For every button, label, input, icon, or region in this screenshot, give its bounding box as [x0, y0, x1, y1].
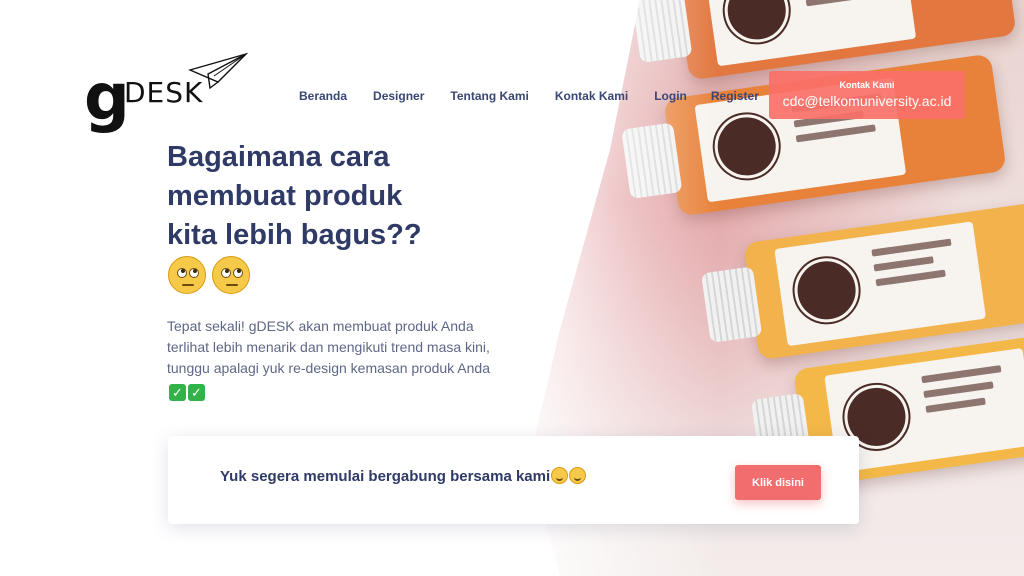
nav-link-designer[interactable]: Designer	[373, 89, 424, 103]
logo[interactable]: g DESK	[84, 52, 248, 135]
nav-link-login[interactable]: Login	[654, 89, 687, 103]
main-nav: Beranda Designer Tentang Kami Kontak Kam…	[299, 89, 785, 103]
nav-link-kontak-kami[interactable]: Kontak Kami	[555, 89, 628, 103]
smiling-face-icon	[551, 467, 569, 484]
cta-message-text: Yuk segera memulai bergabung bersama kam…	[220, 468, 551, 485]
headline-emoji-row	[168, 256, 250, 294]
cta-message: Yuk segera memulai bergabung bersama kam…	[220, 467, 587, 485]
contact-card[interactable]: Kontak Kami cdc@telkomuniversity.ac.id	[769, 71, 965, 119]
hero-headline: Bagaimana cara membuat produk kita lebih…	[167, 141, 422, 251]
hero-description: Tepat sekali! gDESK akan membuat produk …	[167, 316, 497, 401]
cta-card: Yuk segera memulai bergabung bersama kam…	[168, 436, 859, 524]
check-mark-icon: ✓	[169, 384, 186, 401]
nav-link-tentang-kami[interactable]: Tentang Kami	[450, 89, 528, 103]
check-mark-icon: ✓	[188, 384, 205, 401]
paper-plane-icon	[188, 52, 248, 90]
nav-link-register[interactable]: Register	[711, 89, 759, 103]
nav-link-beranda[interactable]: Beranda	[299, 89, 347, 103]
rolling-eyes-emoji-icon	[168, 256, 206, 294]
rolling-eyes-emoji-icon	[212, 256, 250, 294]
hero-description-text: Tepat sekali! gDESK akan membuat produk …	[167, 318, 490, 376]
klik-disini-button[interactable]: Klik disini	[735, 465, 821, 500]
smiling-face-icon	[569, 467, 587, 484]
logo-letter: g	[84, 61, 130, 135]
contact-email[interactable]: cdc@telkomuniversity.ac.id	[769, 93, 965, 109]
contact-title: Kontak Kami	[839, 80, 895, 90]
